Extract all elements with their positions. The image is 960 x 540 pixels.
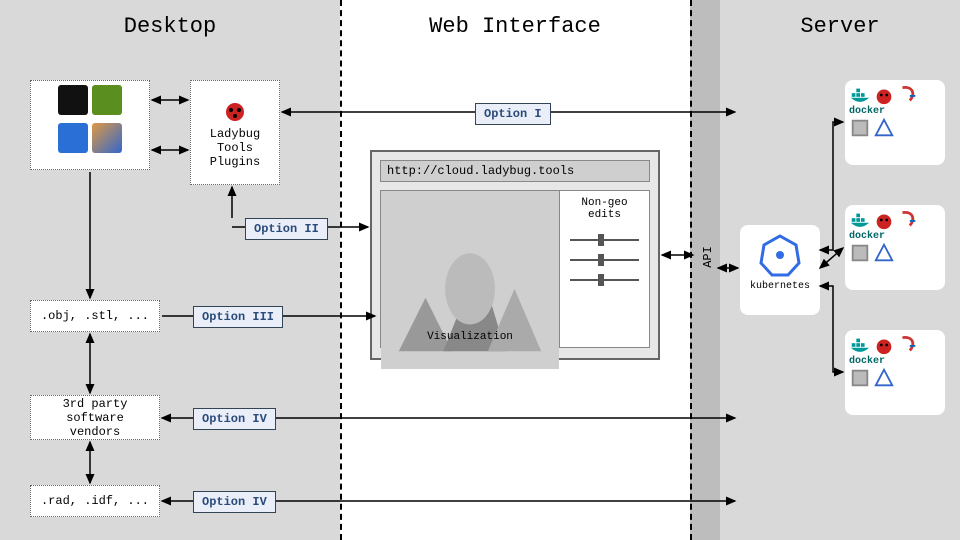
browser-window: http://cloud.ladybug.tools Visualization… [370, 150, 660, 360]
slider-1[interactable] [570, 239, 639, 241]
desktop-title: Desktop [0, 0, 340, 39]
column-gap [690, 0, 720, 540]
ladybug-mini-icon [873, 334, 895, 356]
ladybug-mini-icon [873, 209, 895, 231]
edits-panel: Non-geo edits [560, 190, 650, 348]
radiance-icon [849, 117, 871, 139]
option-4b-label: Option IV [193, 491, 276, 513]
geo-files-label: .obj, .stl, ... [41, 309, 149, 323]
slider-3[interactable] [570, 279, 639, 281]
energyplus-icon [897, 84, 919, 106]
kubernetes-box: kubernetes [740, 225, 820, 315]
kubernetes-icon [758, 233, 802, 277]
server-title: Server [720, 0, 960, 39]
docker-label-2: docker [849, 231, 941, 242]
divider-2 [690, 0, 692, 540]
rhino-icon [58, 85, 88, 115]
option-3-label: Option III [193, 306, 283, 328]
web-title: Web Interface [340, 0, 690, 39]
docker-icon [849, 209, 871, 231]
energyplus-icon [897, 209, 919, 231]
divider-1 [340, 0, 342, 540]
visualization-panel: Visualization [380, 190, 560, 348]
ladybug-plugins-box: Ladybug Tools Plugins [190, 80, 280, 185]
dynamo-icon [92, 123, 122, 153]
openfoam-icon [873, 117, 895, 139]
option-2-label: Option II [245, 218, 328, 240]
revit-icon [58, 123, 88, 153]
desktop-apps-box [30, 80, 150, 170]
third-party-label: 3rd party software vendors [31, 397, 159, 439]
option-1-label: Option I [475, 103, 551, 125]
edits-label: Non-geo edits [564, 197, 645, 221]
energyplus-icon [897, 334, 919, 356]
apps-row-top [54, 81, 126, 119]
slider-2[interactable] [570, 259, 639, 261]
grasshopper-icon [92, 85, 122, 115]
third-party-box: 3rd party software vendors [30, 395, 160, 440]
docker-box-2: docker [845, 205, 945, 290]
docker-label-3: docker [849, 356, 941, 367]
option-4a-label: Option IV [193, 408, 276, 430]
openfoam-icon [873, 242, 895, 264]
url-text: http://cloud.ladybug.tools [387, 164, 574, 178]
docker-icon [849, 334, 871, 356]
ladybug-label: Ladybug Tools Plugins [210, 127, 260, 169]
api-label: API [701, 246, 715, 268]
sim-files-label: .rad, .idf, ... [41, 494, 149, 508]
address-bar: http://cloud.ladybug.tools [380, 160, 650, 182]
openfoam-icon [873, 367, 895, 389]
sim-files-box: .rad, .idf, ... [30, 485, 160, 517]
docker-box-3: docker [845, 330, 945, 415]
docker-label-1: docker [849, 106, 941, 117]
docker-box-1: docker [845, 80, 945, 165]
kubernetes-label: kubernetes [740, 281, 820, 292]
docker-icon [849, 84, 871, 106]
radiance-icon [849, 367, 871, 389]
geo-files-box: .obj, .stl, ... [30, 300, 160, 332]
visualization-label: Visualization [381, 331, 559, 343]
radiance-icon [849, 242, 871, 264]
apps-row-bottom [54, 119, 126, 157]
ladybug-icon [222, 97, 248, 123]
ladybug-mini-icon [873, 84, 895, 106]
